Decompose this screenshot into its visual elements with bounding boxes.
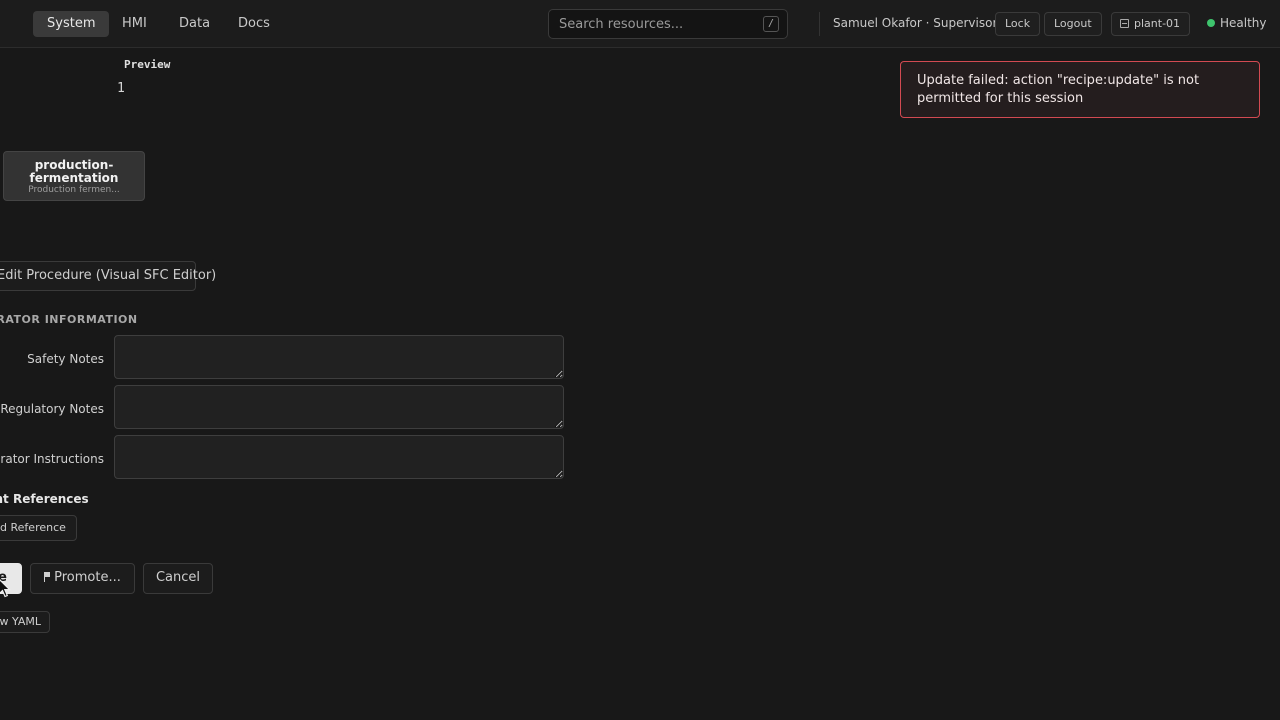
document-references-heading: Document References [0,492,89,506]
tab-docs[interactable]: Docs [224,11,284,37]
promote-label: Promote... [54,570,121,585]
tab-data[interactable]: Data [165,11,224,37]
operator-instructions-label: Operator Instructions [0,452,104,466]
node-subtitle: Production fermen... [28,185,120,195]
safety-notes-field[interactable] [114,335,564,379]
sfc-node[interactable]: production-fermentation Production ferme… [3,151,145,201]
tab-hmi[interactable]: HMI [108,11,161,37]
preview-line-number: 1 [117,81,125,96]
safety-notes-label: Safety Notes [27,352,104,366]
add-reference-button[interactable]: + Add Reference [0,515,77,541]
preview-label: Preview [124,58,171,71]
mouse-cursor-icon [0,579,11,598]
search-input[interactable] [549,10,759,38]
promote-button[interactable]: Promote... [30,563,135,594]
lock-button[interactable]: Lock [995,12,1041,36]
operator-info-heading: OPERATOR INFORMATION [0,313,138,326]
cancel-button[interactable]: Cancel [143,563,213,594]
status-dot-icon [1207,19,1215,27]
tab-system[interactable]: System [33,11,110,37]
operator-instructions-field[interactable] [114,435,564,479]
view-yaml-button[interactable]: View YAML [0,611,50,633]
search-box: / [548,9,788,39]
health-status: Healthy [1207,16,1267,30]
regulatory-notes-label: Regulatory Notes [0,402,104,416]
plant-selector[interactable]: plant-01 [1111,12,1191,36]
node-title: production-fermentation [29,158,119,185]
health-label: Healthy [1220,16,1267,30]
flag-icon [44,572,51,582]
edit-procedure-button[interactable]: Edit Procedure (Visual SFC Editor) [0,261,216,291]
top-bar: System HMI Data Docs / Samuel Okafor · S… [0,0,1280,48]
regulatory-notes-field[interactable] [114,385,564,429]
search-shortcut-hint: / [763,16,779,32]
logout-button[interactable]: Logout [1044,12,1102,36]
user-info: Samuel Okafor · Supervisor [833,16,998,30]
error-toast: Update failed: action "recipe:update" is… [900,61,1260,118]
divider [819,12,820,36]
plant-label: plant-01 [1134,17,1181,30]
server-icon [1120,19,1129,28]
